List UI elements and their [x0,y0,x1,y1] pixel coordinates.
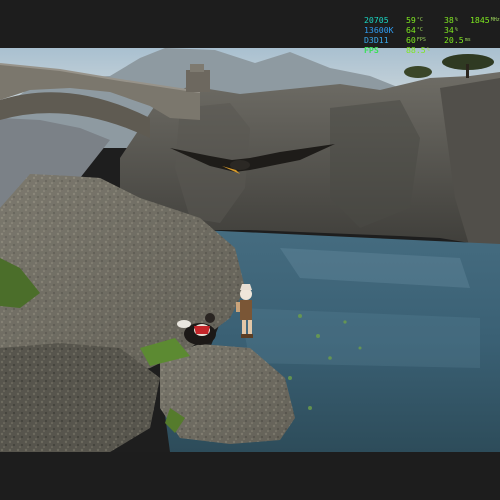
water-reflection [240,308,480,368]
overlay-row-d3d: D3D11 60FPS 20.5ms [362,35,498,46]
letterbox-bottom [0,452,500,500]
cliff-shading-right [330,100,420,228]
performance-overlay: 20705 59°C 38% 1845MHz 13600K 64°C 34% D… [362,15,500,56]
fps-label: FPS [364,45,379,55]
fps-percent: 88.5% [406,45,430,55]
gpu-clock: 1845MHz [470,15,500,25]
game-scene [0,48,500,452]
overlay-row-fps: FPS 88.5% [362,45,498,56]
game-viewport: 20705 59°C 38% 1845MHz 13600K 64°C 34% D… [0,0,500,500]
frametime-value: 20.5ms [444,35,471,45]
